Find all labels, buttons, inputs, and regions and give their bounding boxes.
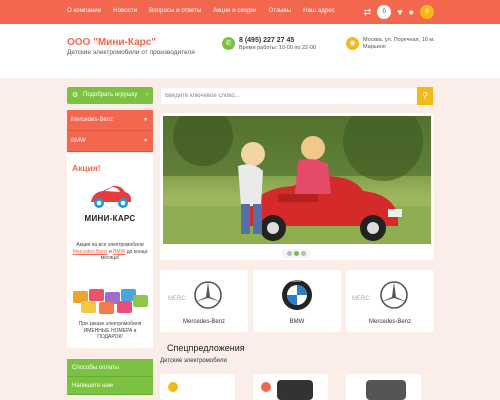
sidebar-link-contact[interactable]: Напишите нам (67, 377, 153, 395)
product-image (366, 380, 406, 400)
svg-text:MERC: MERC (168, 296, 186, 302)
brand[interactable]: ООО "Мини-Карс" Детские электромобили от… (67, 37, 195, 56)
svg-text:BMW: BMW (291, 278, 301, 283)
promo-text-start: Акция на все электромобили (76, 242, 144, 248)
mercedes-logo-icon: MERC (168, 281, 222, 309)
kids-in-car-photo (163, 116, 431, 244)
specials-subtitle[interactable]: Детские электромобили (160, 358, 227, 364)
product-card[interactable] (253, 374, 328, 400)
promo-text: Акция на все электромобили Mercedes Benz… (71, 242, 149, 262)
category-label: Mercedes-Benz (71, 117, 114, 123)
slide-image[interactable] (163, 116, 431, 244)
nav-faq[interactable]: Вопросы и ответы (149, 7, 201, 14)
brand-name: Mercedes-Benz (182, 319, 226, 325)
hero-slider (160, 113, 434, 260)
brand-name: Mercedes-Benz (368, 319, 412, 325)
nav-reviews[interactable]: Отзывы (268, 7, 291, 14)
nav-promotions[interactable]: Акции и скидки (213, 7, 256, 14)
brand-card-mercedes-2[interactable]: MERC Mercedes-Benz (346, 270, 434, 332)
bmw-logo-icon: BMW (282, 278, 312, 310)
cart-count-badge[interactable]: 0 (420, 5, 434, 19)
category-bmw[interactable]: BMW ▼ (67, 131, 153, 152)
slider-pagination (281, 249, 311, 258)
phone-icon: ✆ (222, 37, 235, 50)
filter-icon: ⚙ (72, 92, 79, 99)
search-bar: ⚲ (160, 87, 434, 105)
category-menu: Mercedes-Benz ▼ BMW ▼ (67, 110, 153, 152)
category-label: BMW (71, 138, 86, 144)
top-navigation: О компании Новости Вопросы и ответы Акци… (67, 7, 335, 14)
nav-about[interactable]: О компании (67, 7, 101, 14)
promo-link-bmw[interactable]: BMW (113, 249, 125, 255)
user-icon[interactable]: ● (409, 4, 414, 20)
top-icons: ⇄ 0 ♥ ● 0 (364, 4, 434, 20)
promo-banner[interactable]: Акция! МИНИ-КАРС Акция на все электромоб… (67, 154, 153, 348)
slider-dot[interactable] (286, 251, 292, 256)
site-title[interactable]: ООО "Мини-Карс" (67, 37, 195, 48)
promo-link-mercedes[interactable]: Mercedes Benz (73, 249, 108, 255)
brand-name: BMW (289, 319, 305, 325)
product-card[interactable] (160, 374, 235, 400)
mercedes-logo-icon: MERC (352, 281, 408, 309)
license-plates-image (73, 289, 148, 315)
working-hours: Время работы: 10-00 по 22-00 (239, 45, 317, 51)
search-input[interactable] (161, 88, 419, 104)
product-card[interactable] (346, 374, 421, 400)
location-icon: ◉ (346, 37, 359, 50)
chevron-down-icon: ▼ (143, 117, 148, 123)
promo-text-plates: При заказе электромобиля ИМЕННЫЕ НОМЕРА … (78, 321, 142, 340)
promo-logo-text: МИНИ-КАРС (84, 214, 136, 223)
sidebar-links: Способы оплаты Напишите нам (67, 359, 153, 395)
site-subtitle: Детские электромобили от производителя (67, 49, 195, 56)
header-scallop-divider (0, 72, 500, 82)
promo-text-and: и (108, 248, 112, 255)
nav-news[interactable]: Новости (113, 7, 137, 14)
product-image (277, 380, 313, 400)
nav-address[interactable]: Наш адрес (303, 7, 335, 14)
slider-dot[interactable] (300, 251, 306, 256)
promo-title: Акция! (72, 163, 101, 173)
phone-number[interactable]: 8 (495) 227 27 45 (239, 37, 316, 44)
pick-toy-label: Подобрать игрушку (83, 92, 138, 98)
brand-card-bmw[interactable]: BMW BMW (253, 270, 341, 332)
svg-text:MERC: MERC (352, 296, 370, 302)
specials-title: Спецпредложения (167, 343, 245, 353)
address: Москва, ул. Поречная, 10 м. Марьино (363, 37, 435, 50)
compare-count-badge[interactable]: 0 (377, 5, 392, 19)
search-icon: ⚲ (422, 91, 428, 100)
category-mercedes[interactable]: Mercedes-Benz ▼ (67, 110, 153, 131)
car-logo-icon (91, 185, 132, 208)
slider-dot-active[interactable] (293, 251, 299, 256)
top-bar: О компании Новости Вопросы и ответы Акци… (0, 0, 500, 24)
phone-block: 8 (495) 227 27 45 Время работы: 10-00 по… (239, 37, 316, 51)
sale-badge (261, 382, 271, 392)
sale-badge (168, 382, 178, 392)
pick-toy-button[interactable]: ⚙ Подобрать игрушку › (67, 87, 153, 104)
chevron-down-icon: ▼ (143, 138, 148, 144)
sidebar-link-payment[interactable]: Способы оплаты (67, 359, 153, 377)
chevron-right-icon: › (146, 92, 148, 98)
compare-icon[interactable]: ⇄ (364, 4, 372, 20)
brand-card-mercedes[interactable]: MERC Mercedes-Benz (160, 270, 248, 332)
search-button[interactable]: ⚲ (417, 87, 433, 105)
wishlist-icon[interactable]: ♥ (397, 4, 402, 20)
